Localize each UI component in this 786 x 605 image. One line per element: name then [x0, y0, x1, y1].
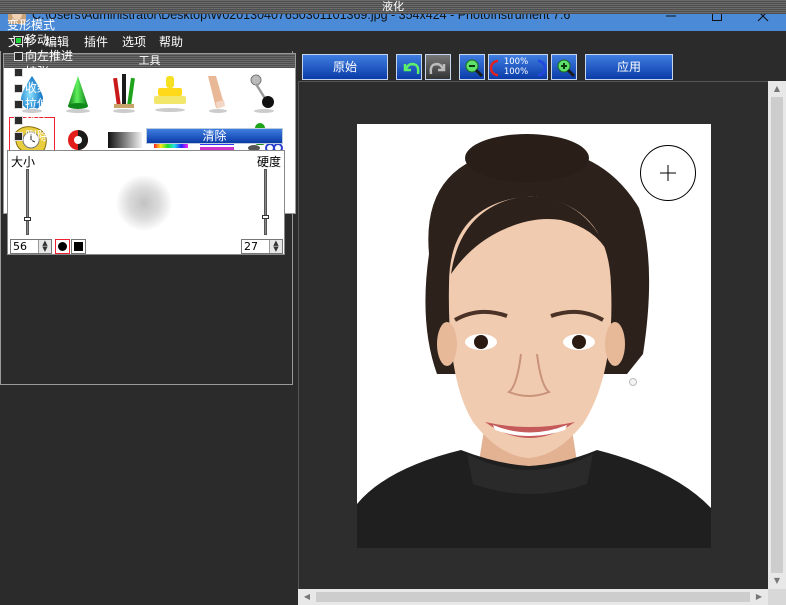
- image-canvas[interactable]: [298, 81, 768, 589]
- option-push-left-label: 向左推进: [25, 49, 74, 63]
- checkbox-expand[interactable]: [14, 68, 23, 77]
- zoom-100-button[interactable]: 100% 100%: [488, 54, 548, 80]
- hardness-label: 硬度: [256, 155, 281, 169]
- horizontal-scroll-thumb[interactable]: [316, 592, 750, 602]
- brush-cursor: [640, 145, 696, 201]
- tool-brushes[interactable]: [102, 70, 146, 114]
- square-brush-button[interactable]: [71, 239, 86, 254]
- menu-bar: 文件 编辑 插件 选项 帮助: [0, 31, 786, 51]
- zoom-out-button[interactable]: [459, 54, 485, 80]
- tool-pin[interactable]: [240, 70, 284, 114]
- checkbox-push-left[interactable]: [14, 52, 23, 61]
- menu-help[interactable]: 帮助: [159, 33, 183, 50]
- green-cone-icon: [66, 76, 90, 113]
- hardness-spinbox[interactable]: 27 ▲ ▼: [241, 239, 283, 254]
- menu-plugins[interactable]: 插件: [84, 33, 108, 50]
- clear-button[interactable]: 清除: [146, 128, 283, 144]
- option-expand-label: 扩张: [25, 65, 50, 79]
- scroll-left-arrow[interactable]: ◀: [298, 589, 316, 605]
- brush-preview: [116, 175, 172, 231]
- stamp-icon: [154, 76, 186, 112]
- checkbox-stretch[interactable]: [14, 100, 23, 109]
- hardness-slider[interactable]: [264, 169, 267, 235]
- size-label: 大小: [11, 155, 36, 169]
- circle-shape-icon: [58, 242, 67, 251]
- checkbox-delete[interactable]: [14, 132, 23, 141]
- scroll-up-arrow[interactable]: ▲: [768, 81, 786, 97]
- hardness-spin-arrows[interactable]: ▲ ▼: [269, 240, 282, 253]
- paint-brushes-icon: [113, 74, 135, 113]
- scroll-right-arrow[interactable]: ▶: [750, 589, 768, 605]
- hardness-value[interactable]: 27: [244, 240, 258, 253]
- scrollbar-corner: [768, 589, 786, 605]
- vertical-scrollbar[interactable]: ▲ ▼: [768, 81, 786, 589]
- zoom-bottom-label: 100%: [503, 67, 529, 77]
- original-button[interactable]: 原始: [302, 54, 388, 80]
- option-delete-label: 删除: [25, 129, 50, 143]
- size-spin-arrows[interactable]: ▲ ▼: [38, 240, 51, 253]
- option-squeeze-label: 挤压: [25, 113, 50, 127]
- apply-button[interactable]: 应用: [585, 54, 673, 80]
- size-slider[interactable]: [26, 169, 29, 235]
- option-move[interactable]: 移动: [14, 32, 49, 48]
- vertical-scroll-thumb[interactable]: [771, 97, 783, 573]
- checkbox-squeeze[interactable]: [14, 116, 23, 125]
- option-squeeze[interactable]: 挤压: [14, 112, 49, 128]
- menu-options[interactable]: 选项: [122, 33, 146, 50]
- crosshair-icon: [660, 165, 676, 181]
- checkbox-shrink[interactable]: [14, 84, 23, 93]
- option-shrink-label: 收缩: [25, 81, 50, 95]
- checkbox-move[interactable]: [14, 36, 23, 45]
- pin-icon: [250, 74, 274, 113]
- option-stretch-label: 拉伸: [25, 97, 50, 111]
- square-shape-icon: [74, 242, 83, 251]
- brush-settings: 大小 硬度 56 ▲ ▼ 27 ▲ ▼: [7, 150, 285, 255]
- tool-finger[interactable]: [194, 70, 238, 114]
- liquify-panel-header: 液化: [0, 0, 786, 14]
- deform-mode-label: 变形模式: [7, 18, 56, 32]
- option-expand[interactable]: 扩张: [14, 64, 49, 80]
- image-toolbar: 原始 100% 100% 应用: [298, 53, 786, 81]
- undo-icon: [403, 62, 420, 75]
- app-window: C:\Users\Administrator\Desktop\W02013040…: [0, 0, 786, 605]
- zoom-in-button[interactable]: [551, 54, 577, 80]
- option-stretch[interactable]: 拉伸: [14, 96, 49, 112]
- zoom-top-label: 100%: [503, 57, 529, 67]
- tool-cone[interactable]: [56, 70, 100, 114]
- zoom-out-icon: [465, 59, 484, 78]
- tool-stamp[interactable]: [148, 70, 192, 114]
- horizontal-scrollbar[interactable]: ◀ ▶: [298, 589, 768, 605]
- scroll-down-arrow[interactable]: ▼: [768, 573, 786, 589]
- size-slider-thumb[interactable]: [24, 217, 31, 221]
- redo-button[interactable]: [425, 54, 451, 80]
- option-push-left[interactable]: 向左推进: [14, 48, 73, 64]
- option-move-label: 移动: [25, 33, 50, 47]
- redo-icon: [429, 62, 446, 75]
- zoom-in-icon: [557, 59, 576, 78]
- finger-smudge-icon: [208, 76, 227, 113]
- option-delete[interactable]: 删除: [14, 128, 49, 144]
- hardness-slider-thumb[interactable]: [262, 215, 269, 219]
- size-spinbox[interactable]: 56 ▲ ▼: [10, 239, 52, 254]
- option-shrink[interactable]: 收缩: [14, 80, 49, 96]
- undo-button[interactable]: [396, 54, 422, 80]
- round-brush-button[interactable]: [55, 239, 70, 254]
- size-value[interactable]: 56: [13, 240, 27, 253]
